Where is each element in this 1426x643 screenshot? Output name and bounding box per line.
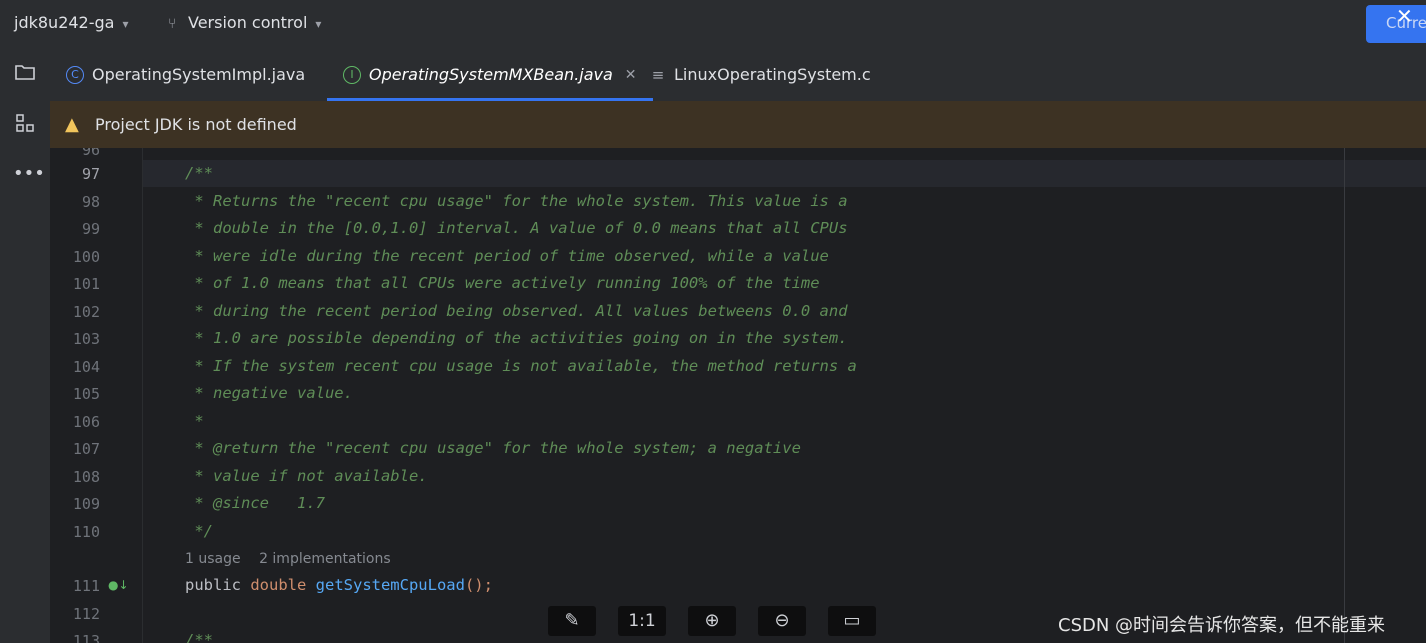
structure-icon[interactable] bbox=[13, 112, 37, 136]
version-control-menu[interactable]: ⑂ Version control ▾ bbox=[168, 13, 321, 32]
text-file-icon: ≡ bbox=[651, 65, 665, 84]
line-number: 100 bbox=[72, 247, 100, 266]
tab-operatingsystemimpl[interactable]: C OperatingSystemImpl.java bbox=[66, 48, 305, 101]
line-number: 102 bbox=[72, 302, 100, 321]
line-number: 99 bbox=[81, 220, 100, 238]
project-folder-icon[interactable] bbox=[13, 62, 37, 86]
keyword-double: double bbox=[250, 576, 316, 594]
code-line: * of 1.0 means that all CPUs were active… bbox=[185, 274, 820, 292]
line-number: 101 bbox=[72, 275, 100, 293]
tab-linuxoperatingsystem[interactable]: ≡ LinuxOperatingSystem.c bbox=[650, 48, 871, 101]
line-number: 97 bbox=[81, 165, 100, 183]
close-icon[interactable]: ✕ bbox=[1396, 4, 1413, 28]
code-line: * bbox=[185, 411, 204, 430]
code-line: * Returns the "recent cpu usage" for the… bbox=[185, 191, 848, 210]
code-line: * value if not available. bbox=[185, 466, 428, 485]
tool-window-strip: ••• bbox=[0, 48, 51, 643]
tab-operatingsystemmxbean[interactable]: I OperatingSystemMXBean.java ✕ bbox=[327, 48, 653, 101]
right-margin-guide bbox=[1344, 148, 1345, 643]
tab-label: OperatingSystemMXBean.java bbox=[369, 65, 613, 84]
code-line: /** bbox=[185, 631, 213, 643]
caret-row-highlight bbox=[50, 160, 1426, 187]
title-bar: jdk8u242-ga ▾ ⑂ Version control ▾ Curre ✕ bbox=[0, 0, 1426, 48]
editor-tabs: C OperatingSystemImpl.java I OperatingSy… bbox=[50, 48, 1426, 102]
code-line: * @return the "recent cpu usage" for the… bbox=[185, 439, 801, 457]
code-editor[interactable]: 96 97 /** 98 * Returns the "recent cpu usa… bbox=[50, 148, 1426, 643]
implementations-hint[interactable]: 2 implementations bbox=[259, 551, 391, 567]
line-number: 111 bbox=[72, 577, 100, 595]
chevron-down-icon: ▾ bbox=[122, 17, 129, 31]
interface-icon: I bbox=[343, 65, 361, 84]
watermark: CSDN @时间会告诉你答案，但不能重来 bbox=[1058, 615, 1386, 636]
code-line: * were idle during the recent period of … bbox=[185, 246, 829, 265]
tab-label: LinuxOperatingSystem.c bbox=[674, 65, 871, 84]
jdk-warning-banner: ▲ Project JDK is not defined bbox=[50, 101, 1426, 149]
project-selector[interactable]: jdk8u242-ga ▾ bbox=[14, 13, 129, 32]
zoom-in-icon[interactable]: ⊕ bbox=[688, 606, 736, 636]
line-number: 107 bbox=[72, 440, 100, 458]
project-name: jdk8u242-ga bbox=[14, 13, 115, 32]
branch-icon: ⑂ bbox=[168, 16, 177, 32]
code-line: /** bbox=[185, 164, 213, 182]
fit-screen-icon[interactable]: ▭ bbox=[828, 606, 876, 636]
punctuation: (); bbox=[464, 576, 493, 594]
more-icon[interactable]: ••• bbox=[13, 162, 45, 186]
line-number: 103 bbox=[72, 330, 100, 348]
edit-image-icon[interactable]: ✎ bbox=[548, 606, 596, 636]
code-line: * If the system recent cpu usage is not … bbox=[185, 356, 857, 375]
line-number: 98 bbox=[81, 192, 100, 211]
usages-hint[interactable]: 1 usage bbox=[185, 551, 241, 567]
zoom-out-icon[interactable]: ⊖ bbox=[758, 606, 806, 636]
line-number: 104 bbox=[72, 357, 100, 376]
keyword-public: public bbox=[185, 576, 251, 594]
warning-icon: ▲ bbox=[65, 114, 79, 135]
class-icon: C bbox=[66, 65, 84, 84]
chevron-down-icon: ▾ bbox=[315, 17, 322, 31]
line-number: 108 bbox=[72, 467, 100, 486]
line-number: 109 bbox=[72, 495, 100, 513]
line-number: 113 bbox=[72, 632, 100, 643]
tab-label: OperatingSystemImpl.java bbox=[92, 65, 306, 84]
banner-text: Project JDK is not defined bbox=[95, 115, 297, 134]
code-line: * double in the [0.0,1.0] interval. A va… bbox=[185, 219, 848, 237]
inlay-hints: 1 usage 2 implementations bbox=[185, 551, 405, 567]
line-number: 106 bbox=[72, 412, 100, 431]
code-line: */ bbox=[185, 521, 213, 540]
line-number: 110 bbox=[72, 522, 100, 541]
code-line: * @since 1.7 bbox=[185, 494, 325, 512]
line-number: 112 bbox=[72, 605, 100, 623]
code-line: * negative value. bbox=[185, 384, 353, 402]
code-line: * 1.0 are possible depending of the acti… bbox=[185, 329, 848, 347]
method-declaration: public double getSystemCpuLoad(); bbox=[185, 576, 493, 594]
method-name: getSystemCpuLoad bbox=[315, 576, 465, 594]
implemented-icon[interactable]: ●↓ bbox=[108, 578, 129, 592]
vcs-label: Version control bbox=[188, 13, 308, 32]
close-icon[interactable]: ✕ bbox=[625, 67, 637, 83]
actual-size-button[interactable]: 1:1 bbox=[618, 606, 666, 636]
line-number: 96 bbox=[81, 148, 100, 159]
line-number: 105 bbox=[72, 385, 100, 403]
code-line: * during the recent period being observe… bbox=[185, 301, 848, 320]
